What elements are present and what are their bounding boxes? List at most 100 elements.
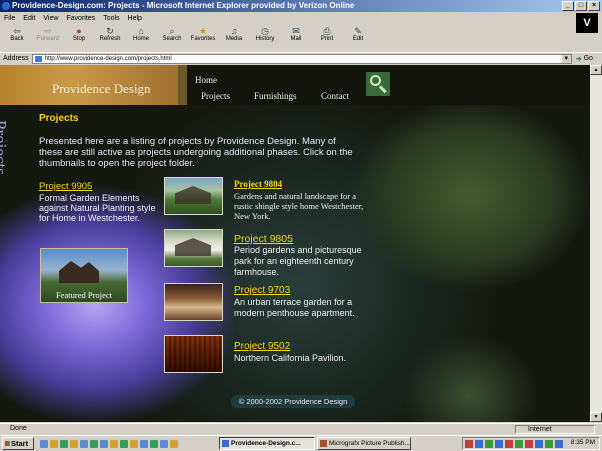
media-icon: ♫	[230, 26, 238, 36]
project-9703-thumbnail[interactable]	[164, 283, 223, 321]
media-button[interactable]: ♫ Media	[219, 26, 249, 42]
site-logo-text: Providence Design	[52, 81, 151, 96]
side-title: Projects	[0, 120, 10, 175]
scroll-down-icon[interactable]: ▼	[590, 412, 602, 422]
tray-icon[interactable]	[505, 439, 513, 448]
security-zone: Internet	[515, 425, 595, 434]
project-9703-link[interactable]: Project 9703	[234, 285, 290, 296]
edit-button[interactable]: ✎ Edit	[343, 26, 373, 42]
tray-icon[interactable]	[515, 439, 523, 448]
quick-launch-icon[interactable]	[150, 439, 158, 448]
menu-file[interactable]: File	[4, 13, 15, 25]
project-9805-link[interactable]: Project 9805	[234, 233, 293, 245]
project-9804-link[interactable]: Project 9804	[234, 179, 282, 189]
menu-help[interactable]: Help	[128, 13, 142, 25]
project-9805-thumbnail[interactable]	[164, 229, 223, 267]
nav-furnishings[interactable]: Furnishings	[254, 91, 297, 101]
featured-project-link[interactable]: Project 9905	[39, 181, 92, 192]
featured-project-label: Featured Project	[56, 290, 112, 300]
search-button[interactable]: ⌕ Search	[157, 26, 187, 42]
back-arrow-icon: ⇦	[13, 26, 21, 36]
project-9502-thumbnail[interactable]	[164, 335, 223, 373]
address-dropdown-icon[interactable]: ▼	[561, 54, 571, 63]
scroll-up-icon[interactable]: ▲	[590, 65, 602, 75]
magnifier-search-icon[interactable]	[366, 72, 390, 96]
taskbar-item-picture-publisher[interactable]: Micrografx Picture Publish...	[317, 437, 411, 450]
tray-icon[interactable]	[525, 439, 533, 448]
minimize-button[interactable]: _	[562, 1, 574, 11]
quick-launch-icon[interactable]	[130, 439, 138, 448]
stop-button[interactable]: ● Stop	[64, 26, 94, 42]
page-icon	[34, 55, 42, 62]
house-image	[59, 261, 99, 283]
tray-icon[interactable]	[485, 439, 493, 448]
tray-icon[interactable]	[465, 439, 473, 448]
tray-icon[interactable]	[495, 439, 503, 448]
quick-launch-icon[interactable]	[100, 439, 108, 448]
favorites-icon: ★	[198, 26, 208, 36]
page-content: Providence Design Home Projects Furnishi…	[0, 65, 590, 422]
featured-project-thumbnail[interactable]: Featured Project	[40, 248, 128, 303]
window-controls: _ □ ×	[562, 1, 600, 11]
quick-launch-icon[interactable]	[50, 439, 58, 448]
quick-launch-icon[interactable]	[90, 439, 98, 448]
quick-launch-icon[interactable]	[120, 439, 128, 448]
home-icon: ⌂	[138, 26, 144, 36]
header-divider	[178, 65, 187, 105]
quick-launch-icon[interactable]	[170, 439, 178, 448]
project-9502-link[interactable]: Project 9502	[234, 341, 290, 352]
edit-icon: ✎	[354, 26, 362, 36]
intro-text: Presented here are a listing of projects…	[39, 136, 353, 169]
address-input[interactable]: http://www.providence-design.com/project…	[31, 53, 572, 64]
menu-view[interactable]: View	[43, 13, 58, 25]
mail-icon: ✉	[292, 26, 300, 36]
close-button[interactable]: ×	[588, 1, 600, 11]
vertical-scrollbar[interactable]: ▲ ▼	[590, 65, 602, 422]
go-button[interactable]: ➜ Go	[576, 55, 593, 63]
menu-bar: File Edit View Favorites Tools Help	[0, 13, 602, 25]
project-9502-description: Northern California Pavilion.	[234, 353, 347, 363]
address-label: Address	[3, 55, 29, 62]
project-9805-description: Period gardens and picturesque park for …	[234, 245, 362, 277]
quick-launch-icon[interactable]	[110, 439, 118, 448]
print-button[interactable]: ⎙ Print	[312, 26, 342, 42]
quick-launch-icon[interactable]	[70, 439, 78, 448]
thumbnail-house-image	[175, 186, 211, 204]
maximize-button[interactable]: □	[575, 1, 587, 11]
stop-icon: ●	[76, 26, 82, 36]
quick-launch-icon[interactable]	[140, 439, 148, 448]
quick-launch-icon[interactable]	[80, 439, 88, 448]
taskbar-item-browser[interactable]: Providence-Design.c...	[219, 437, 315, 450]
project-9804-thumbnail[interactable]	[164, 177, 223, 215]
menu-tools[interactable]: Tools	[103, 13, 119, 25]
site-logo[interactable]: Providence Design	[0, 65, 178, 105]
quick-launch-icon[interactable]	[160, 439, 168, 448]
mail-button[interactable]: ✉ Mail	[281, 26, 311, 42]
menu-favorites[interactable]: Favorites	[66, 13, 95, 25]
home-button[interactable]: ⌂ Home	[126, 26, 156, 42]
history-button[interactable]: ◷ History	[250, 26, 280, 42]
tray-icon[interactable]	[545, 439, 553, 448]
nav-home[interactable]: Home	[195, 75, 217, 85]
search-icon: ⌕	[169, 26, 175, 36]
status-bar: Done Internet	[0, 423, 602, 434]
nav-contact[interactable]: Contact	[321, 91, 349, 101]
nav-projects[interactable]: Projects	[201, 91, 230, 101]
favorites-button[interactable]: ★ Favorites	[188, 26, 218, 42]
windows-flag-icon	[5, 441, 10, 446]
tray-icon[interactable]	[475, 439, 483, 448]
browser-toolbar: ⇦ Back ⇨ Forward ● Stop ↻ Refresh ⌂ Home ⌕ Sea…	[0, 26, 575, 50]
forward-button[interactable]: ⇨ Forward	[33, 26, 63, 42]
back-button[interactable]: ⇦ Back	[2, 26, 32, 42]
quick-launch-icon[interactable]	[40, 439, 48, 448]
menu-edit[interactable]: Edit	[23, 13, 35, 25]
picture-publisher-icon	[320, 440, 327, 447]
refresh-button[interactable]: ↻ Refresh	[95, 26, 125, 42]
tray-icon[interactable]	[555, 439, 563, 448]
verizon-logo: V	[576, 13, 598, 33]
tray-icon[interactable]	[535, 439, 543, 448]
start-button[interactable]: Start	[2, 437, 34, 450]
copyright-badge: © 2000-2002 Providence Design	[231, 395, 355, 408]
refresh-icon: ↻	[106, 26, 114, 36]
quick-launch-icon[interactable]	[60, 439, 68, 448]
